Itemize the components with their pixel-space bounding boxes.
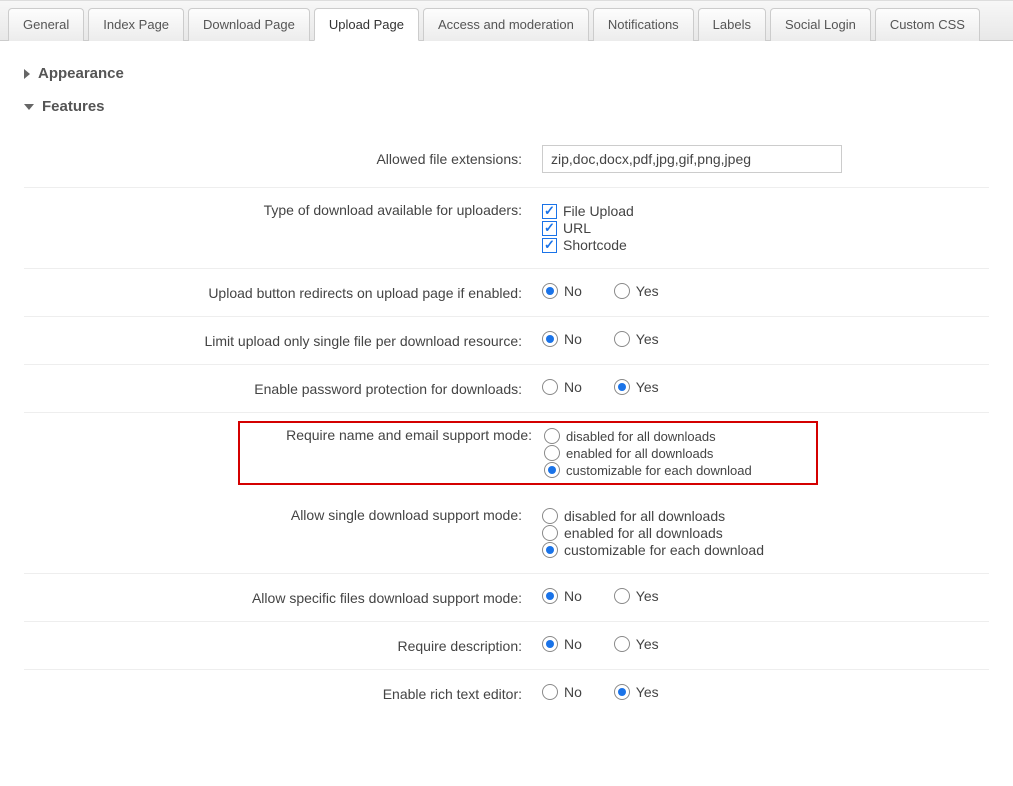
rne-enabled[interactable] bbox=[544, 445, 560, 461]
require-name-email-highlight: Require name and email support mode: dis… bbox=[238, 421, 818, 485]
require-description-no[interactable] bbox=[542, 636, 558, 652]
rich-editor-yes[interactable] bbox=[614, 684, 630, 700]
password-protect-yes[interactable] bbox=[614, 379, 630, 395]
chk-file-upload-label: File Upload bbox=[563, 203, 634, 219]
tab-access-moderation[interactable]: Access and moderation bbox=[423, 8, 589, 41]
features-form: Allowed file extensions: Type of downloa… bbox=[24, 131, 989, 717]
require-description-yes[interactable] bbox=[614, 636, 630, 652]
upload-redirect-label: Upload button redirects on upload page i… bbox=[24, 269, 536, 317]
tab-labels[interactable]: Labels bbox=[698, 8, 766, 41]
tab-general[interactable]: General bbox=[8, 8, 84, 41]
rne-disabled[interactable] bbox=[544, 428, 560, 444]
tab-custom-css[interactable]: Custom CSS bbox=[875, 8, 980, 41]
tab-notifications[interactable]: Notifications bbox=[593, 8, 694, 41]
chk-url[interactable] bbox=[542, 221, 557, 236]
sd-disabled[interactable] bbox=[542, 508, 558, 524]
chk-url-label: URL bbox=[563, 220, 591, 236]
tab-index-page[interactable]: Index Page bbox=[88, 8, 184, 41]
tab-download-page[interactable]: Download Page bbox=[188, 8, 310, 41]
sd-custom[interactable] bbox=[542, 542, 558, 558]
require-description-label: Require description: bbox=[24, 622, 536, 670]
section-appearance-toggle[interactable]: Appearance bbox=[24, 65, 989, 82]
specific-files-no[interactable] bbox=[542, 588, 558, 604]
specific-files-label: Allow specific files download support mo… bbox=[24, 574, 536, 622]
require-name-email-label: Require name and email support mode: bbox=[244, 427, 544, 479]
rne-custom[interactable] bbox=[544, 462, 560, 478]
chk-shortcode[interactable] bbox=[542, 238, 557, 253]
tab-upload-page[interactable]: Upload Page bbox=[314, 8, 419, 41]
chk-shortcode-label: Shortcode bbox=[563, 237, 627, 253]
rich-editor-label: Enable rich text editor: bbox=[24, 670, 536, 718]
allowed-ext-label: Allowed file extensions: bbox=[24, 131, 536, 188]
tab-social-login[interactable]: Social Login bbox=[770, 8, 871, 41]
specific-files-yes[interactable] bbox=[614, 588, 630, 604]
chk-file-upload[interactable] bbox=[542, 204, 557, 219]
rich-editor-no[interactable] bbox=[542, 684, 558, 700]
tabs-bar: General Index Page Download Page Upload … bbox=[0, 0, 1013, 41]
sd-enabled[interactable] bbox=[542, 525, 558, 541]
chevron-right-icon bbox=[24, 69, 30, 79]
tab-content: Appearance Features Allowed file extensi… bbox=[0, 41, 1013, 737]
single-file-yes[interactable] bbox=[614, 331, 630, 347]
single-file-no[interactable] bbox=[542, 331, 558, 347]
section-features-title: Features bbox=[42, 98, 105, 115]
single-download-label: Allow single download support mode: bbox=[24, 493, 536, 574]
section-features-toggle[interactable]: Features bbox=[24, 98, 989, 115]
upload-redirect-yes[interactable] bbox=[614, 283, 630, 299]
allowed-ext-input[interactable] bbox=[542, 145, 842, 173]
upload-redirect-no[interactable] bbox=[542, 283, 558, 299]
password-protect-no[interactable] bbox=[542, 379, 558, 395]
password-protect-label: Enable password protection for downloads… bbox=[24, 365, 536, 413]
download-types-label: Type of download available for uploaders… bbox=[24, 188, 536, 269]
section-appearance-title: Appearance bbox=[38, 65, 124, 82]
single-file-label: Limit upload only single file per downlo… bbox=[24, 317, 536, 365]
chevron-down-icon bbox=[24, 104, 34, 110]
